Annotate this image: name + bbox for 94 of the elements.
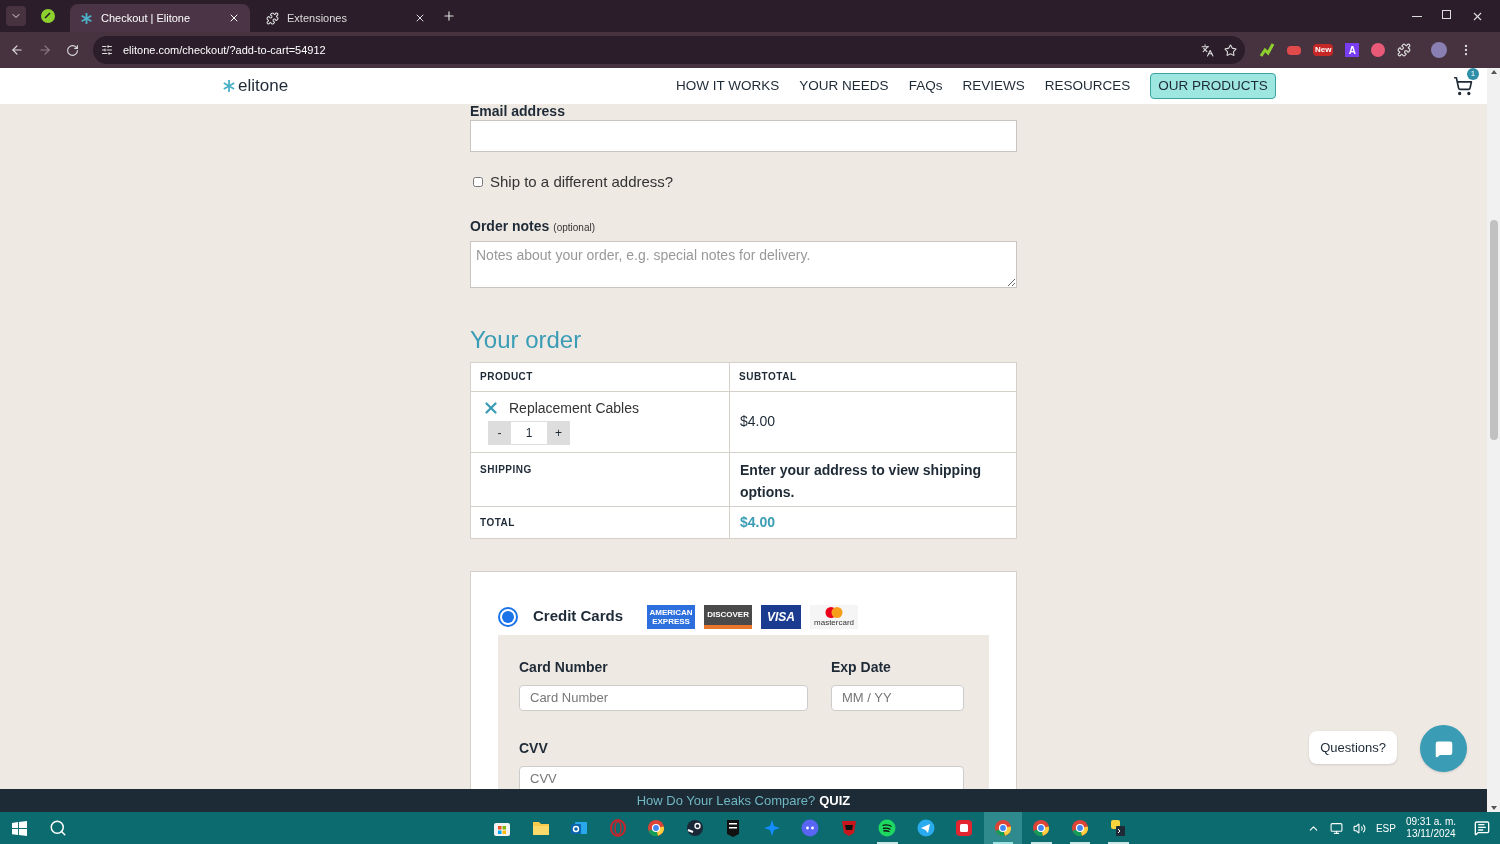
field-label: Card Number: [519, 657, 609, 677]
chat-button[interactable]: [1420, 725, 1467, 772]
tab-list-button[interactable]: [6, 6, 26, 26]
translate-icon[interactable]: [1201, 43, 1214, 57]
payment-radio[interactable]: [498, 606, 518, 627]
row-label: TOTAL: [479, 515, 516, 530]
nav-link[interactable]: FAQs: [908, 75, 943, 97]
clock-time: 09:31 a. m.: [1405, 816, 1456, 828]
new-badge[interactable]: New: [1313, 44, 1334, 56]
subtotal-value: $4.00: [729, 391, 1016, 452]
network-icon[interactable]: [1329, 821, 1343, 835]
browser-icon[interactable]: [1069, 818, 1090, 838]
order-notes-field[interactable]: Notes about your order, e.g. special notes for delivery.: [470, 240, 1017, 288]
promo-banner[interactable]: How Do Your Leaks Compare? QUIZ: [0, 789, 1487, 812]
clock-date: 13/11/2024: [1406, 828, 1456, 840]
quiz-link[interactable]: QUIZ: [819, 790, 851, 811]
increase-quantity-button[interactable]: +: [547, 420, 570, 445]
overlapping-circles-icon: [825, 606, 844, 618]
column-header: PRODUCT: [479, 370, 534, 384]
chat-prompt[interactable]: Questions?: [1309, 730, 1397, 764]
column-header: SUBTOTAL: [729, 362, 1016, 391]
payment-method-label: Credit Cards: [533, 606, 624, 627]
scrollbar[interactable]: [1487, 68, 1500, 812]
optional-hint: (optional): [553, 220, 596, 235]
card-logo-caption: mastercard: [814, 617, 855, 627]
nav-link[interactable]: YOUR NEEDS: [799, 75, 889, 97]
new-tab-icon[interactable]: [442, 9, 456, 23]
controller-logo-icon[interactable]: [800, 818, 821, 838]
forward-icon[interactable]: [38, 43, 52, 57]
card-field[interactable]: CVV: [519, 765, 964, 789]
chart-extension-icon[interactable]: [1259, 42, 1275, 58]
field-label: CVV: [519, 738, 549, 758]
snowflake-icon: [222, 79, 236, 93]
section-heading: Your order: [470, 324, 583, 355]
total-value: $4.00: [740, 512, 776, 532]
close-icon[interactable]: [414, 12, 426, 24]
browser-icon[interactable]: [1031, 818, 1052, 838]
notifications-icon[interactable]: [1474, 820, 1490, 836]
card-logo: AMERICAN EXPRESS: [647, 604, 696, 629]
nav-link[interactable]: HOW IT WORKS: [676, 75, 780, 97]
email-field[interactable]: [470, 120, 1017, 152]
site-logo[interactable]: elitone: [222, 73, 289, 99]
field-label: Exp Date: [831, 657, 892, 677]
language-indicator[interactable]: ESP: [1375, 820, 1396, 836]
reload-icon[interactable]: [66, 43, 79, 57]
card-field[interactable]: MM / YY: [831, 684, 964, 711]
browser-tab[interactable]: Checkout | Elitone: [70, 4, 250, 32]
card-field[interactable]: Card Number: [519, 684, 808, 711]
card-extension-icon[interactable]: [1287, 45, 1301, 55]
bookmark-star-icon[interactable]: [1224, 43, 1237, 57]
cart-count-badge: 1: [1467, 68, 1479, 80]
browser-tab[interactable]: Extensiones: [256, 4, 436, 32]
products-button[interactable]: OUR PRODUCTS: [1150, 72, 1276, 100]
volume-icon[interactable]: [1352, 821, 1366, 835]
decrease-quantity-button[interactable]: -: [488, 420, 511, 445]
row-label: SHIPPING: [479, 462, 533, 477]
address-bar[interactable]: elitone.com/checkout/?add-to-cart=54912: [93, 36, 1245, 64]
checkbox-label: Ship to a different address?: [490, 172, 674, 192]
extension-icon[interactable]: [40, 8, 56, 24]
steam-icon[interactable]: [684, 818, 705, 838]
logo-wordmark: elitone: [238, 75, 289, 98]
product-name: Replacement Cables: [509, 398, 639, 418]
field-label: Order notes: [470, 216, 550, 236]
letter-extension-icon[interactable]: A: [1345, 43, 1360, 57]
card-logo: VISA: [761, 604, 802, 629]
quantity-field[interactable]: 1: [511, 420, 547, 445]
ship-checkbox[interactable]: [473, 177, 483, 188]
paper-plane-icon[interactable]: [915, 818, 936, 838]
start-icon[interactable]: [12, 820, 27, 836]
minimize-icon[interactable]: [1412, 15, 1422, 17]
chat-icon: [1434, 739, 1453, 758]
cart-icon[interactable]: [1453, 76, 1473, 96]
url-text: elitone.com/checkout/?add-to-cart=54912: [123, 42, 327, 58]
shipping-message: Enter your address to view shipping options.: [740, 460, 983, 502]
snowflake-icon: [80, 11, 93, 25]
extensions-icon[interactable]: [1397, 43, 1412, 57]
browser-icon[interactable]: [646, 818, 667, 838]
tab-title: Checkout | Elitone: [101, 10, 192, 26]
nav-link[interactable]: REVIEWS: [962, 75, 1025, 97]
profile-avatar[interactable]: [1431, 42, 1448, 58]
search-icon[interactable]: [49, 819, 67, 837]
restore-icon[interactable]: [1442, 9, 1451, 19]
music-icon[interactable]: [877, 818, 898, 838]
card-logo: DISCOVER: [704, 604, 753, 629]
site-info-icon: [101, 44, 113, 56]
nav-link[interactable]: RESOURCES: [1044, 75, 1131, 97]
banner-text: How Do Your Leaks Compare?: [636, 791, 816, 810]
browser-icon[interactable]: [992, 818, 1013, 838]
back-icon[interactable]: [10, 43, 24, 57]
tab-title: Extensiones: [287, 10, 348, 26]
remove-item-icon[interactable]: [482, 399, 500, 417]
close-icon[interactable]: [228, 12, 240, 24]
puzzle-icon: [266, 11, 279, 25]
field-label: Email address: [470, 104, 566, 119]
